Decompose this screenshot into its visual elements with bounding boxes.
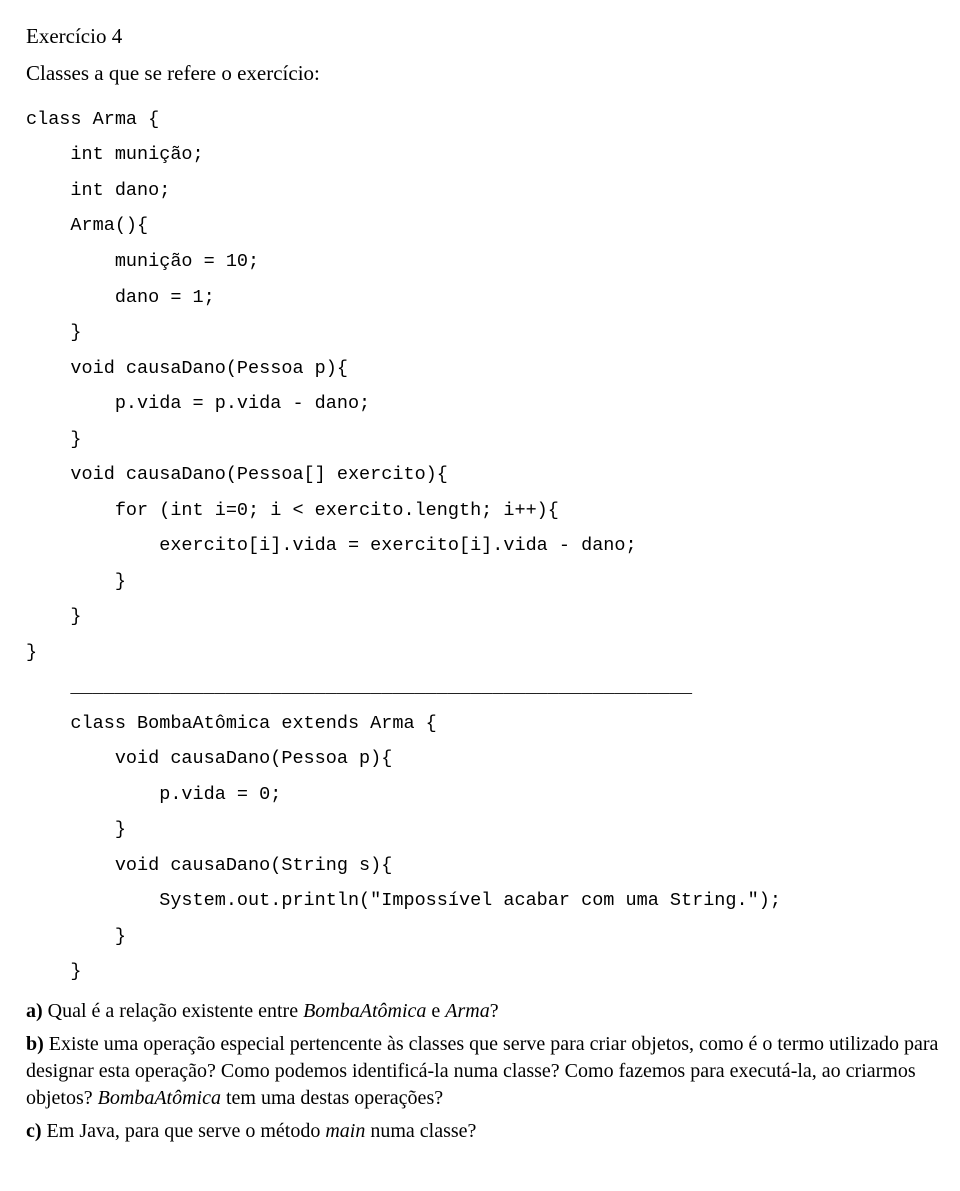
exercise-subtitle: Classes a que se refere o exercício:	[26, 59, 960, 88]
question-a-text1: Qual é a relação existente entre	[48, 1000, 303, 1022]
question-c-text1: Em Java, para que serve o método	[47, 1120, 326, 1142]
exercise-title: Exercício 4	[26, 22, 960, 51]
code-block: class Arma { int munição; int dano; Arma…	[26, 102, 960, 990]
question-a-italic1: BombaAtômica	[303, 1000, 426, 1022]
question-b-label: b)	[26, 1033, 49, 1055]
question-a-text3: ?	[490, 1000, 499, 1022]
question-a-text2: e	[426, 1000, 445, 1022]
question-c-italic1: main	[325, 1120, 365, 1142]
question-a: a) Qual é a relação existente entre Bomb…	[26, 998, 960, 1025]
question-b: b) Existe uma operação especial pertence…	[26, 1031, 960, 1112]
question-a-italic2: Arma	[445, 1000, 489, 1022]
question-c-text2: numa classe?	[365, 1120, 476, 1142]
question-c-label: c)	[26, 1120, 47, 1142]
question-b-italic1: BombaAtômica	[98, 1087, 221, 1109]
question-b-text2: tem uma destas operações?	[221, 1087, 443, 1109]
question-a-label: a)	[26, 1000, 48, 1022]
question-c: c) Em Java, para que serve o método main…	[26, 1118, 960, 1145]
